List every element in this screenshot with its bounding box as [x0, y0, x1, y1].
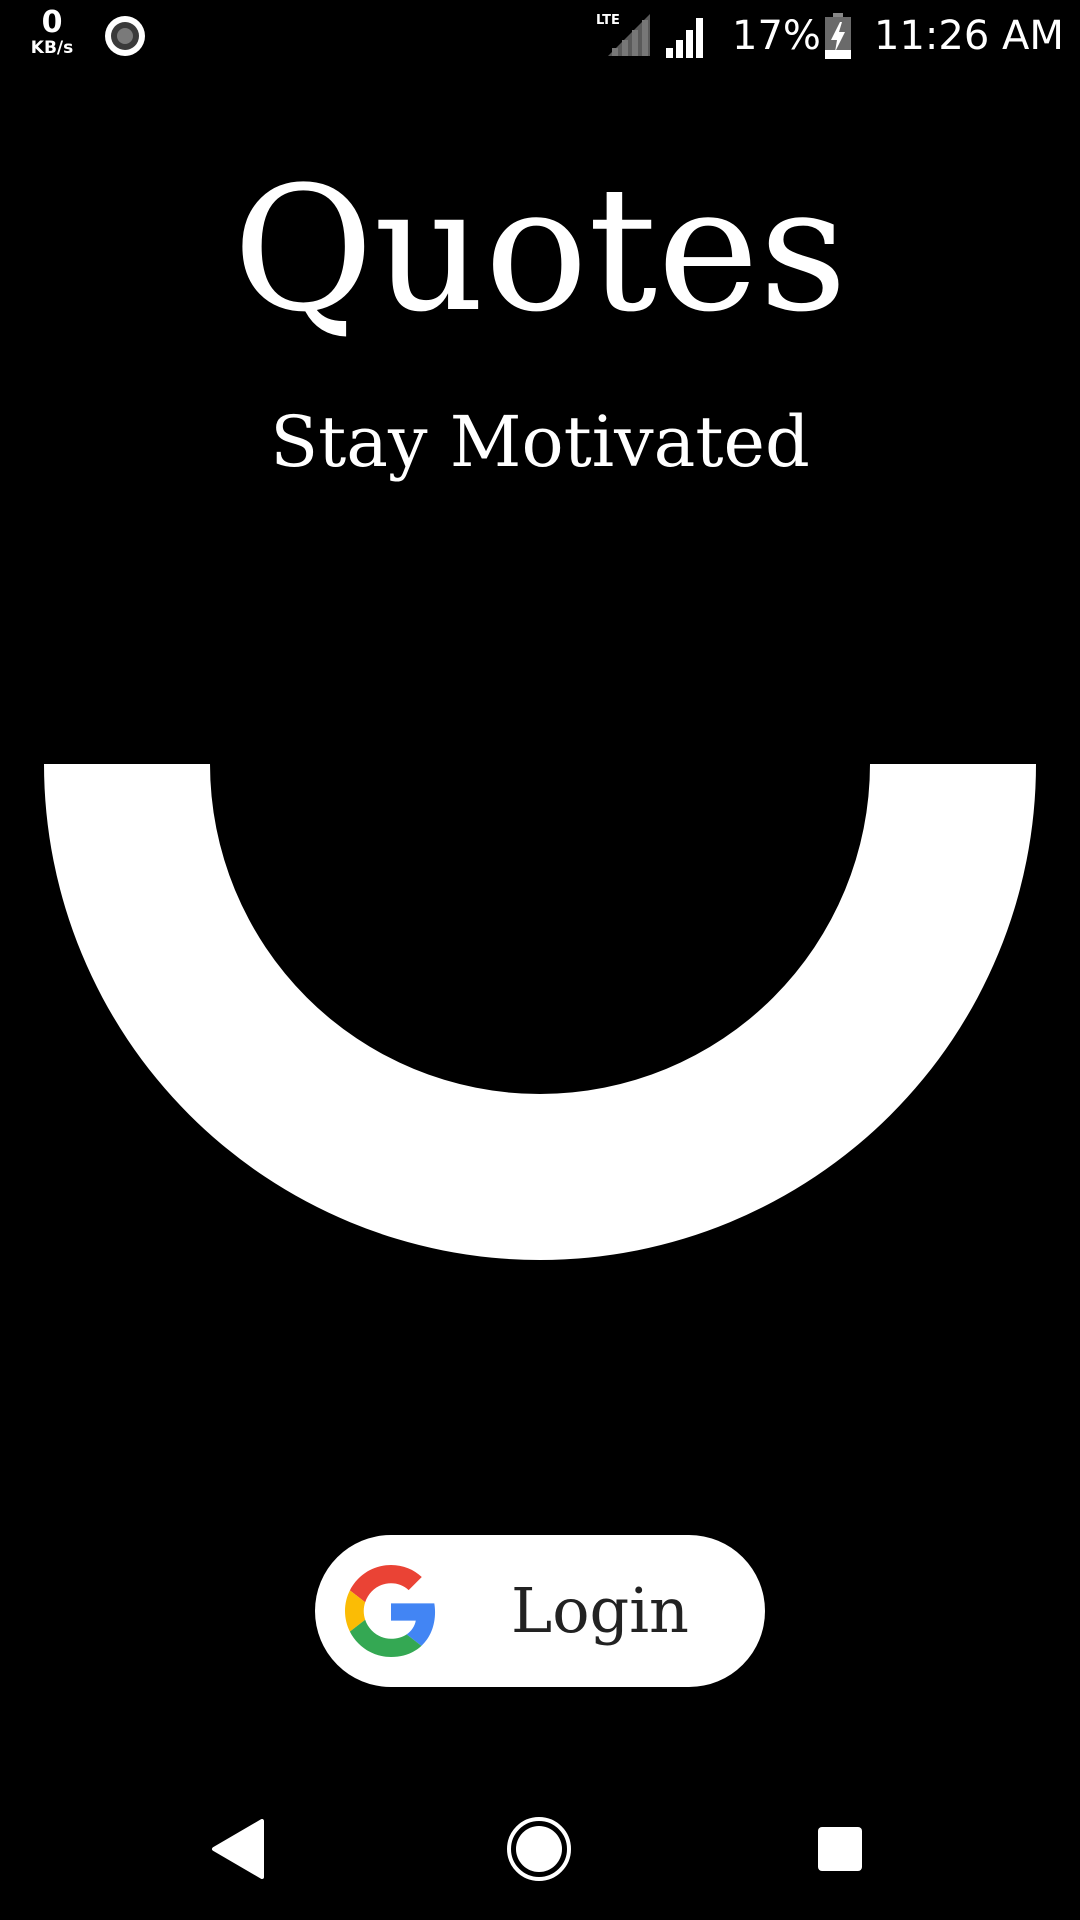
google-login-button[interactable]: Login [315, 1535, 765, 1687]
network-speed-value: 0 [41, 5, 63, 40]
navigation-bar [0, 1776, 1080, 1920]
status-bar: 0 KB/s LTE 17% 11:26 AM [0, 0, 1080, 72]
network-speed-unit: KB/s [30, 38, 74, 58]
app-subtitle: Stay Motivated [270, 401, 810, 483]
login-button-label: Login [511, 1574, 689, 1647]
lte-signal-icon: LTE [596, 13, 650, 56]
screen-record-icon [105, 16, 145, 56]
half-ring-logo-icon [44, 764, 1036, 1260]
recents-icon[interactable] [817, 1826, 863, 1872]
home-icon[interactable] [506, 1816, 572, 1882]
network-type-label: LTE [596, 13, 620, 28]
network-speed-indicator: 0 KB/s [22, 8, 82, 57]
battery-percentage: 17% [732, 13, 821, 59]
signal-icon [666, 18, 703, 58]
app-title: Quotes [232, 149, 848, 350]
google-icon [345, 1565, 436, 1657]
status-time: 11:26 AM [874, 13, 1064, 59]
battery-charging-icon [825, 13, 851, 59]
back-icon[interactable] [210, 1819, 266, 1879]
